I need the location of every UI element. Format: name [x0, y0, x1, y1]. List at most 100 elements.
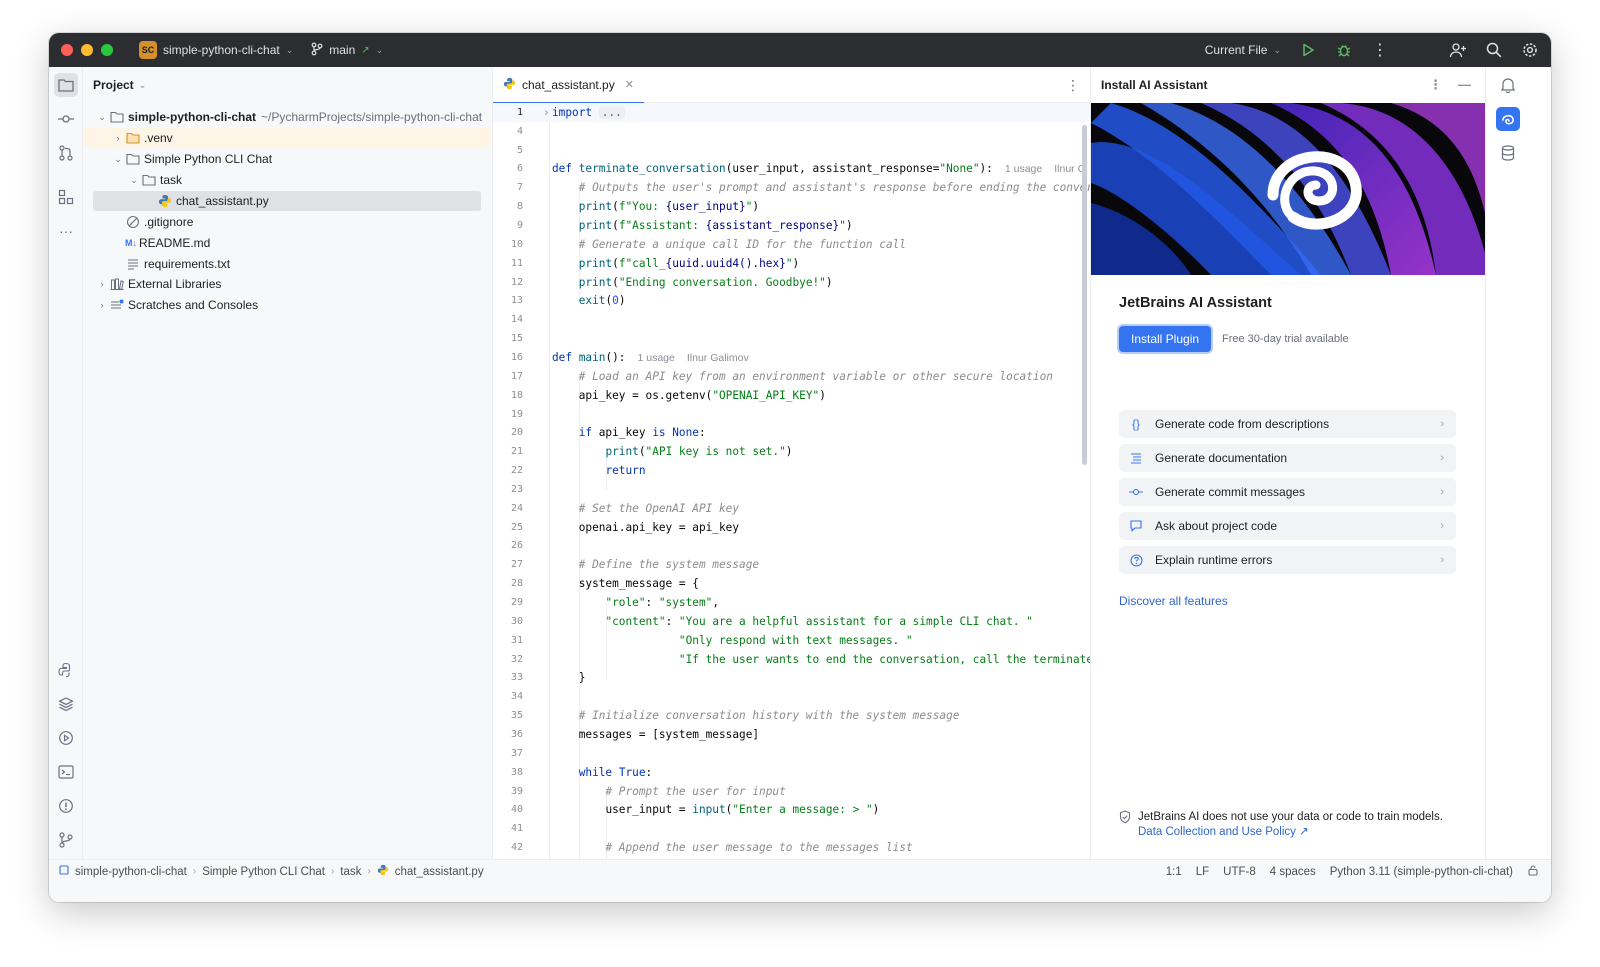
breadcrumb-item[interactable]: chat_assistant.py [395, 866, 484, 878]
code-line: 38 while True: [510, 765, 653, 779]
breadcrumb-item[interactable]: simple-python-cli-chat [75, 866, 187, 878]
commit-tool-icon[interactable] [54, 107, 78, 131]
python-console-icon[interactable] [54, 658, 78, 682]
run-configuration-selector[interactable]: Current File ⌄ [1205, 43, 1281, 57]
tree-item-label: .gitignore [144, 215, 194, 229]
services-run-icon[interactable] [54, 726, 78, 750]
tree-item-folder-task[interactable]: ⌄ task [83, 170, 491, 190]
project-tool-folder-icon[interactable] [54, 73, 78, 97]
more-tools-icon[interactable]: ··· [54, 219, 78, 243]
python-packages-layers-icon[interactable] [54, 692, 78, 716]
database-icon[interactable] [1496, 141, 1520, 165]
tree-item-gitignore[interactable]: .gitignore [83, 212, 491, 232]
search-icon[interactable] [1485, 41, 1503, 59]
terminal-icon[interactable] [54, 760, 78, 784]
code-line: 29 "role": "system", [510, 596, 719, 610]
pull-requests-icon[interactable] [54, 141, 78, 165]
folded-imports[interactable]: ... [598, 105, 625, 119]
code-line: 24 # Set the OpenAI API key [510, 501, 740, 515]
tree-item-label: External Libraries [128, 277, 222, 291]
python-interpreter[interactable]: Python 3.11 (simple-python-cli-chat) [1330, 866, 1513, 878]
line-separator[interactable]: LF [1196, 866, 1209, 878]
close-window-button[interactable] [61, 44, 73, 56]
tree-item-label: Simple Python CLI Chat [144, 152, 273, 166]
library-icon [109, 276, 125, 292]
tab-options-icon[interactable]: ⋮ [1066, 77, 1080, 94]
code-line: 39 # Prompt the user for input [510, 784, 786, 798]
branch-switcher[interactable]: main ↗ ⌄ [311, 42, 383, 59]
install-plugin-button[interactable]: Install Plugin [1119, 326, 1212, 352]
code-line: 1 › import ... [493, 103, 1090, 122]
structure-icon[interactable] [54, 185, 78, 209]
code-line: 27 # Define the system message [510, 558, 760, 572]
feature-label: Generate commit messages [1155, 485, 1306, 499]
ai-assistant-spiral-icon[interactable] [1496, 107, 1520, 131]
vertical-scrollbar[interactable] [1082, 125, 1087, 465]
more-actions-icon[interactable]: ⋮ [1371, 41, 1389, 59]
code-line: 12 print("Ending conversation. Goodbye!"… [510, 275, 833, 289]
close-tab-icon[interactable]: ✕ [625, 78, 634, 91]
git-icon[interactable] [54, 828, 78, 852]
doc-lines-icon [1128, 452, 1144, 464]
expanded-arrow-icon[interactable]: ⌄ [111, 154, 125, 165]
debug-icon[interactable] [1335, 41, 1353, 59]
code-line: 25 openai.api_key = api_key [510, 520, 740, 534]
chevron-right-icon: › [1440, 486, 1444, 498]
file-encoding[interactable]: UTF-8 [1223, 866, 1256, 878]
lock-icon[interactable] [1527, 864, 1539, 879]
tree-item-folder-chat[interactable]: ⌄ Simple Python CLI Chat [83, 149, 491, 169]
minimize-panel-icon[interactable]: — [1458, 77, 1471, 93]
feature-label: Generate documentation [1155, 451, 1288, 465]
expanded-arrow-icon[interactable]: ⌄ [127, 175, 141, 186]
collapsed-arrow-icon[interactable]: › [111, 133, 125, 143]
code-line: 14 [510, 314, 523, 326]
tree-item-external-libs[interactable]: › External Libraries [83, 274, 491, 294]
breadcrumb-item[interactable]: Simple Python CLI Chat [202, 866, 325, 878]
settings-gear-icon[interactable] [1521, 41, 1539, 59]
breadcrumb-item[interactable]: task [340, 866, 361, 878]
feature-commit-messages[interactable]: Generate commit messages › [1119, 478, 1456, 506]
braces-icon: {} [1131, 417, 1140, 431]
feature-generate-docs[interactable]: Generate documentation › [1119, 444, 1456, 472]
code-line: 37 [510, 747, 523, 759]
tree-root[interactable]: ⌄ simple-python-cli-chat ~/PycharmProjec… [83, 107, 491, 127]
minimize-window-button[interactable] [81, 44, 93, 56]
problems-icon[interactable] [54, 794, 78, 818]
caret-position[interactable]: 1:1 [1166, 866, 1182, 878]
tab-chat-assistant[interactable]: chat_assistant.py ✕ [493, 67, 644, 104]
collapsed-arrow-icon[interactable]: › [95, 279, 109, 289]
chevron-down-icon: ⌄ [138, 79, 147, 90]
indent-setting[interactable]: 4 spaces [1270, 866, 1316, 878]
chevron-right-icon: › [1440, 554, 1444, 566]
tree-item-readme[interactable]: M↓ README.md [83, 233, 491, 253]
code-line: 6 def terminate_conversation(user_input, … [516, 162, 1086, 176]
tree-item-requirements[interactable]: requirements.txt [83, 254, 491, 274]
expanded-arrow-icon[interactable]: ⌄ [95, 112, 109, 123]
ai-assistant-panel: Install AI Assistant ⋮ — JetBrains AI As… [1091, 67, 1485, 859]
run-icon[interactable] [1299, 41, 1317, 59]
policy-link[interactable]: Data Collection and Use Policy ↗ [1138, 826, 1309, 838]
add-user-icon[interactable] [1449, 41, 1467, 59]
chat-bubble-icon [1128, 520, 1144, 532]
privacy-notice: JetBrains AI does not use your data or c… [1119, 810, 1443, 840]
feature-generate-code[interactable]: {} Generate code from descriptions › [1119, 410, 1456, 438]
project-panel: Project ⌄ ⌄ simple-python-cli-chat ~/Pyc… [83, 67, 493, 859]
zoom-window-button[interactable] [101, 44, 113, 56]
editor-tabs: chat_assistant.py ✕ ⋮ [493, 67, 1090, 104]
feature-explain-errors[interactable]: Explain runtime errors › [1119, 546, 1456, 574]
notifications-bell-icon[interactable] [1496, 73, 1520, 97]
python-file-icon [503, 77, 516, 93]
feature-label: Explain runtime errors [1155, 553, 1273, 567]
tree-item-file-main[interactable]: chat_assistant.py [93, 191, 481, 211]
panel-options-icon[interactable]: ⋮ [1429, 77, 1442, 93]
collapsed-arrow-icon[interactable]: › [95, 300, 109, 310]
project-switcher[interactable]: SC simple-python-cli-chat ⌄ [135, 38, 297, 62]
code-line: 32 "If the user wants to end the convers… [510, 652, 1090, 666]
feature-ask-project[interactable]: Ask about project code › [1119, 512, 1456, 540]
discover-features-link[interactable]: Discover all features [1119, 594, 1228, 608]
project-panel-header[interactable]: Project ⌄ [83, 67, 492, 103]
tree-item-venv[interactable]: › .venv [83, 128, 491, 148]
tree-item-label: README.md [139, 236, 211, 250]
tree-item-scratches[interactable]: › Scratches and Consoles [83, 295, 491, 315]
code-line: 19 [510, 408, 523, 420]
